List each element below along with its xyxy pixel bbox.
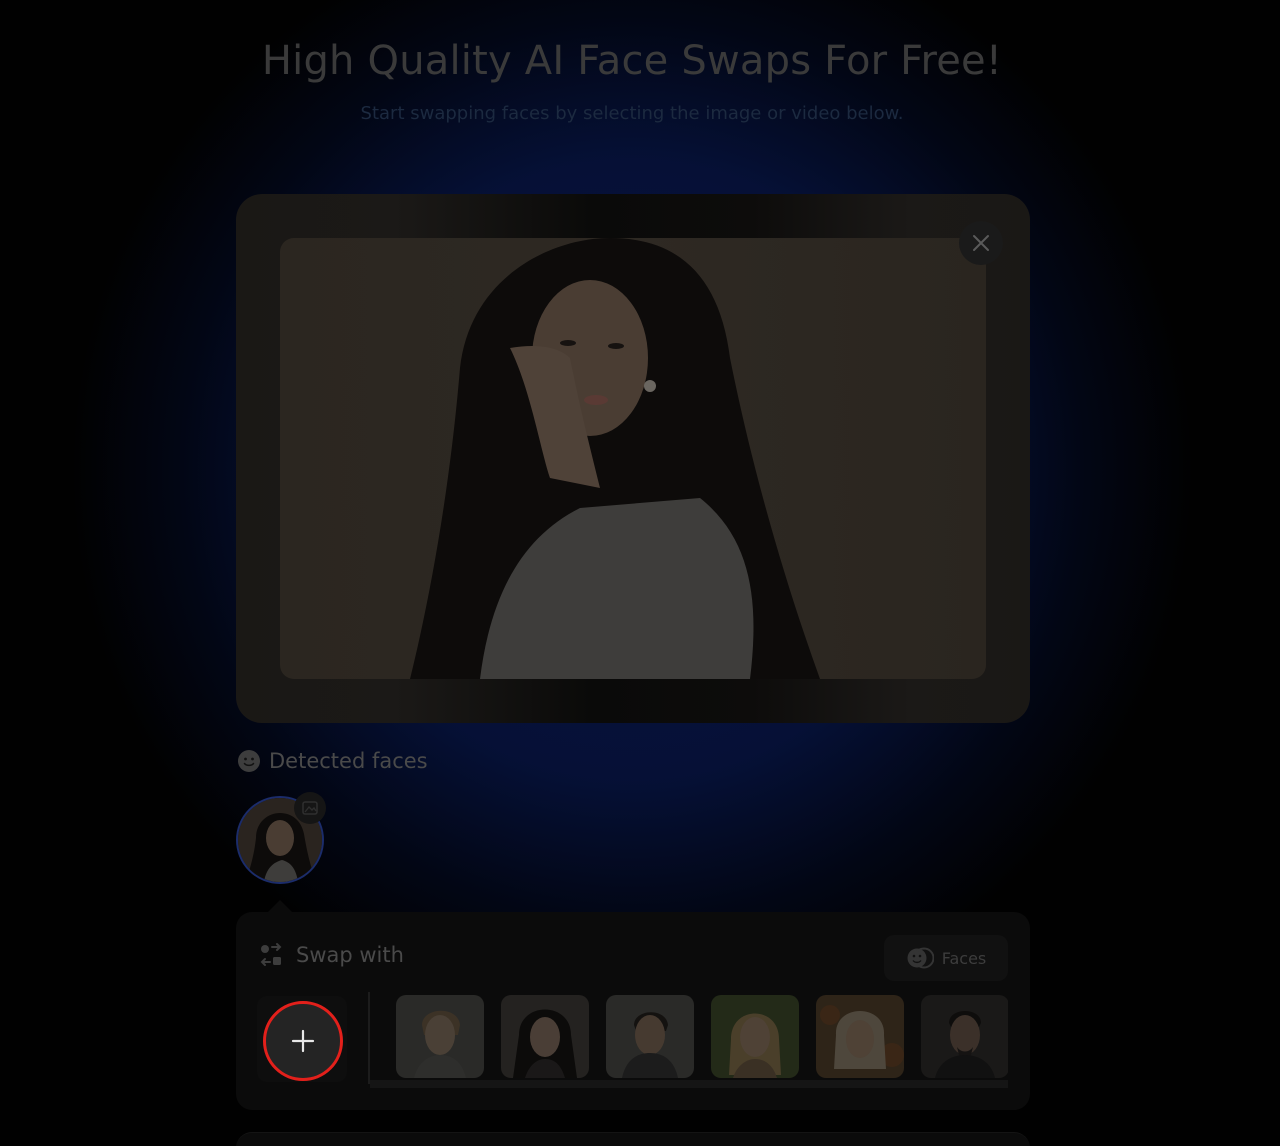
portrait-illustration [410, 238, 820, 679]
smiley-icon [238, 750, 260, 772]
face-option-5[interactable] [816, 995, 904, 1078]
divider [368, 992, 370, 1084]
page-subtitle: Start swapping faces by selecting the im… [360, 103, 904, 124]
page: High Quality AI Face Swaps For Free! Sta… [0, 0, 1280, 1146]
preview-card [236, 194, 1030, 723]
close-icon [973, 235, 989, 251]
face-option-1[interactable] [396, 995, 484, 1078]
panel-caret [268, 900, 292, 912]
plus-icon [291, 1029, 315, 1053]
edit-image-icon [302, 801, 318, 815]
face-option-3[interactable] [606, 995, 694, 1078]
face-option-image [606, 995, 694, 1078]
face-option-image [501, 995, 589, 1078]
detected-faces-label: Detected faces [269, 749, 428, 773]
add-face-button[interactable] [263, 1001, 343, 1081]
face-option-image [711, 995, 799, 1078]
face-option-image [816, 995, 904, 1078]
face-option-image [396, 995, 484, 1078]
replace-face-badge[interactable] [294, 792, 326, 824]
face-option-2[interactable] [501, 995, 589, 1078]
faces-icon [907, 947, 934, 969]
swap-with-label: Swap with [296, 943, 404, 967]
close-preview-button[interactable] [959, 221, 1003, 265]
page-title: High Quality AI Face Swaps For Free! [261, 38, 1003, 84]
detected-faces-header: Detected faces [237, 749, 428, 773]
faces-button[interactable]: Faces [884, 935, 1008, 981]
swap-arrows-icon [260, 943, 282, 966]
swap-with-header: Swap with [258, 942, 404, 968]
face-option-4[interactable] [711, 995, 799, 1078]
faces-button-label: Faces [941, 948, 987, 968]
face-option-6[interactable] [921, 995, 1008, 1078]
face-options-list [396, 995, 1008, 1079]
preview-image [280, 238, 986, 679]
face-list-scrollbar[interactable] [370, 1080, 1008, 1088]
face-option-image [921, 995, 1008, 1078]
next-panel [236, 1132, 1030, 1146]
